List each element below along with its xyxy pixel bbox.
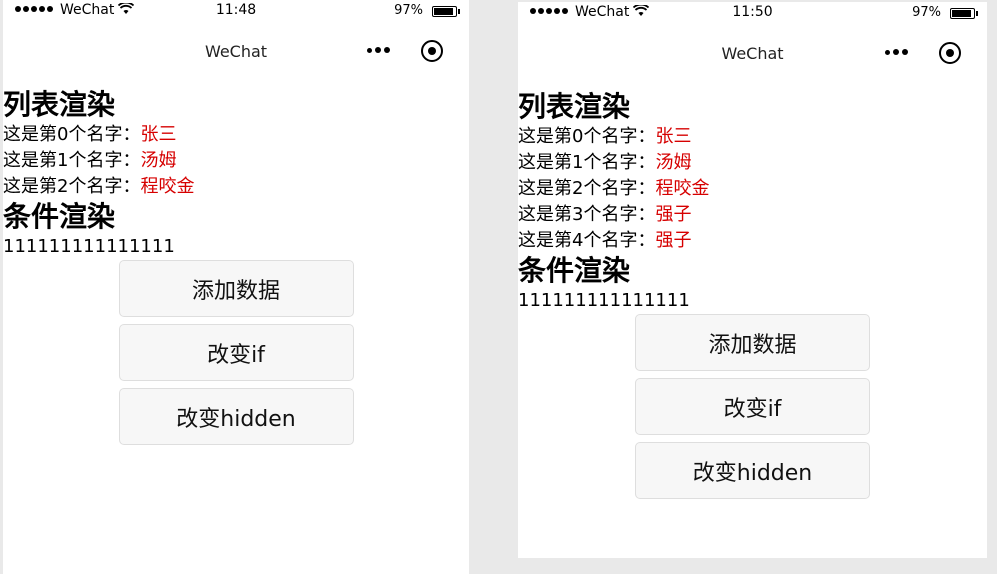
- item-prefix: 这是第4个名字：: [518, 230, 656, 251]
- name-list: 这是第0个名字：张三 这是第1个名字：汤姆 这是第2个名字：程咬金: [3, 122, 469, 200]
- item-name: 程咬金: [140, 176, 195, 197]
- list-item: 这是第3个名字：强子: [518, 202, 987, 228]
- status-bar: WeChat 11:48 97%: [3, 0, 469, 24]
- item-name: 强子: [655, 204, 692, 225]
- list-item: 这是第0个名字：张三: [518, 124, 987, 150]
- item-name: 张三: [140, 124, 177, 145]
- list-render-title: 列表渲染: [518, 90, 631, 123]
- add-data-button[interactable]: 添加数据: [635, 314, 870, 371]
- cond-text: 111111111111111: [518, 290, 690, 311]
- list-item: 这是第0个名字：张三: [3, 122, 469, 148]
- item-name: 程咬金: [655, 178, 710, 199]
- nav-title: WeChat: [721, 44, 784, 63]
- change-if-button[interactable]: 改变if: [635, 378, 870, 435]
- status-bar: WeChat 11:50 97%: [518, 2, 987, 26]
- cond-render-title: 条件渲染: [518, 254, 631, 287]
- cond-text: 111111111111111: [3, 236, 175, 257]
- item-prefix: 这是第3个名字：: [518, 204, 656, 225]
- battery-percent: 97%: [912, 5, 941, 20]
- more-dots-icon[interactable]: [367, 47, 390, 53]
- navigation-bar: WeChat: [518, 26, 987, 78]
- change-if-button[interactable]: 改变if: [118, 324, 354, 381]
- capsule-close-icon[interactable]: [939, 42, 961, 64]
- item-name: 张三: [655, 126, 692, 147]
- capsule-close-icon[interactable]: [421, 40, 443, 62]
- page-content: 列表渲染 这是第0个名字：张三 这是第1个名字：汤姆 这是第2个名字：程咬金 条…: [3, 88, 469, 452]
- screen-left: WeChat 11:48 97% WeChat 列表渲染 这是第0个名字：张三 …: [3, 0, 469, 574]
- list-item: 这是第4个名字：强子: [518, 228, 987, 254]
- item-prefix: 这是第2个名字：: [3, 176, 141, 197]
- more-dots-icon[interactable]: [885, 49, 908, 55]
- item-name: 强子: [655, 230, 692, 251]
- list-item: 这是第1个名字：汤姆: [3, 148, 469, 174]
- name-list: 这是第0个名字：张三 这是第1个名字：汤姆 这是第2个名字：程咬金 这是第3个名…: [518, 124, 987, 254]
- item-prefix: 这是第2个名字：: [518, 178, 656, 199]
- battery-icon: [432, 6, 460, 17]
- list-item: 这是第2个名字：程咬金: [518, 176, 987, 202]
- change-hidden-button[interactable]: 改变hidden: [118, 388, 354, 445]
- list-render-title: 列表渲染: [3, 88, 116, 121]
- item-prefix: 这是第1个名字：: [3, 150, 141, 171]
- battery-percent: 97%: [394, 3, 423, 18]
- cond-render-title: 条件渲染: [3, 200, 116, 233]
- list-item: 这是第2个名字：程咬金: [3, 174, 469, 200]
- item-prefix: 这是第1个名字：: [518, 152, 656, 173]
- change-hidden-button[interactable]: 改变hidden: [635, 442, 870, 499]
- add-data-button[interactable]: 添加数据: [118, 260, 354, 317]
- list-item: 这是第1个名字：汤姆: [518, 150, 987, 176]
- item-prefix: 这是第0个名字：: [3, 124, 141, 145]
- nav-title: WeChat: [204, 42, 268, 61]
- item-name: 汤姆: [655, 152, 692, 173]
- navigation-bar: WeChat: [3, 24, 469, 76]
- screen-right: WeChat 11:50 97% WeChat 列表渲染 这是第0个名字：张三 …: [518, 2, 987, 558]
- item-name: 汤姆: [140, 150, 177, 171]
- page-content: 列表渲染 这是第0个名字：张三 这是第1个名字：汤姆 这是第2个名字：程咬金 这…: [518, 90, 987, 506]
- item-prefix: 这是第0个名字：: [518, 126, 656, 147]
- battery-icon: [950, 8, 978, 19]
